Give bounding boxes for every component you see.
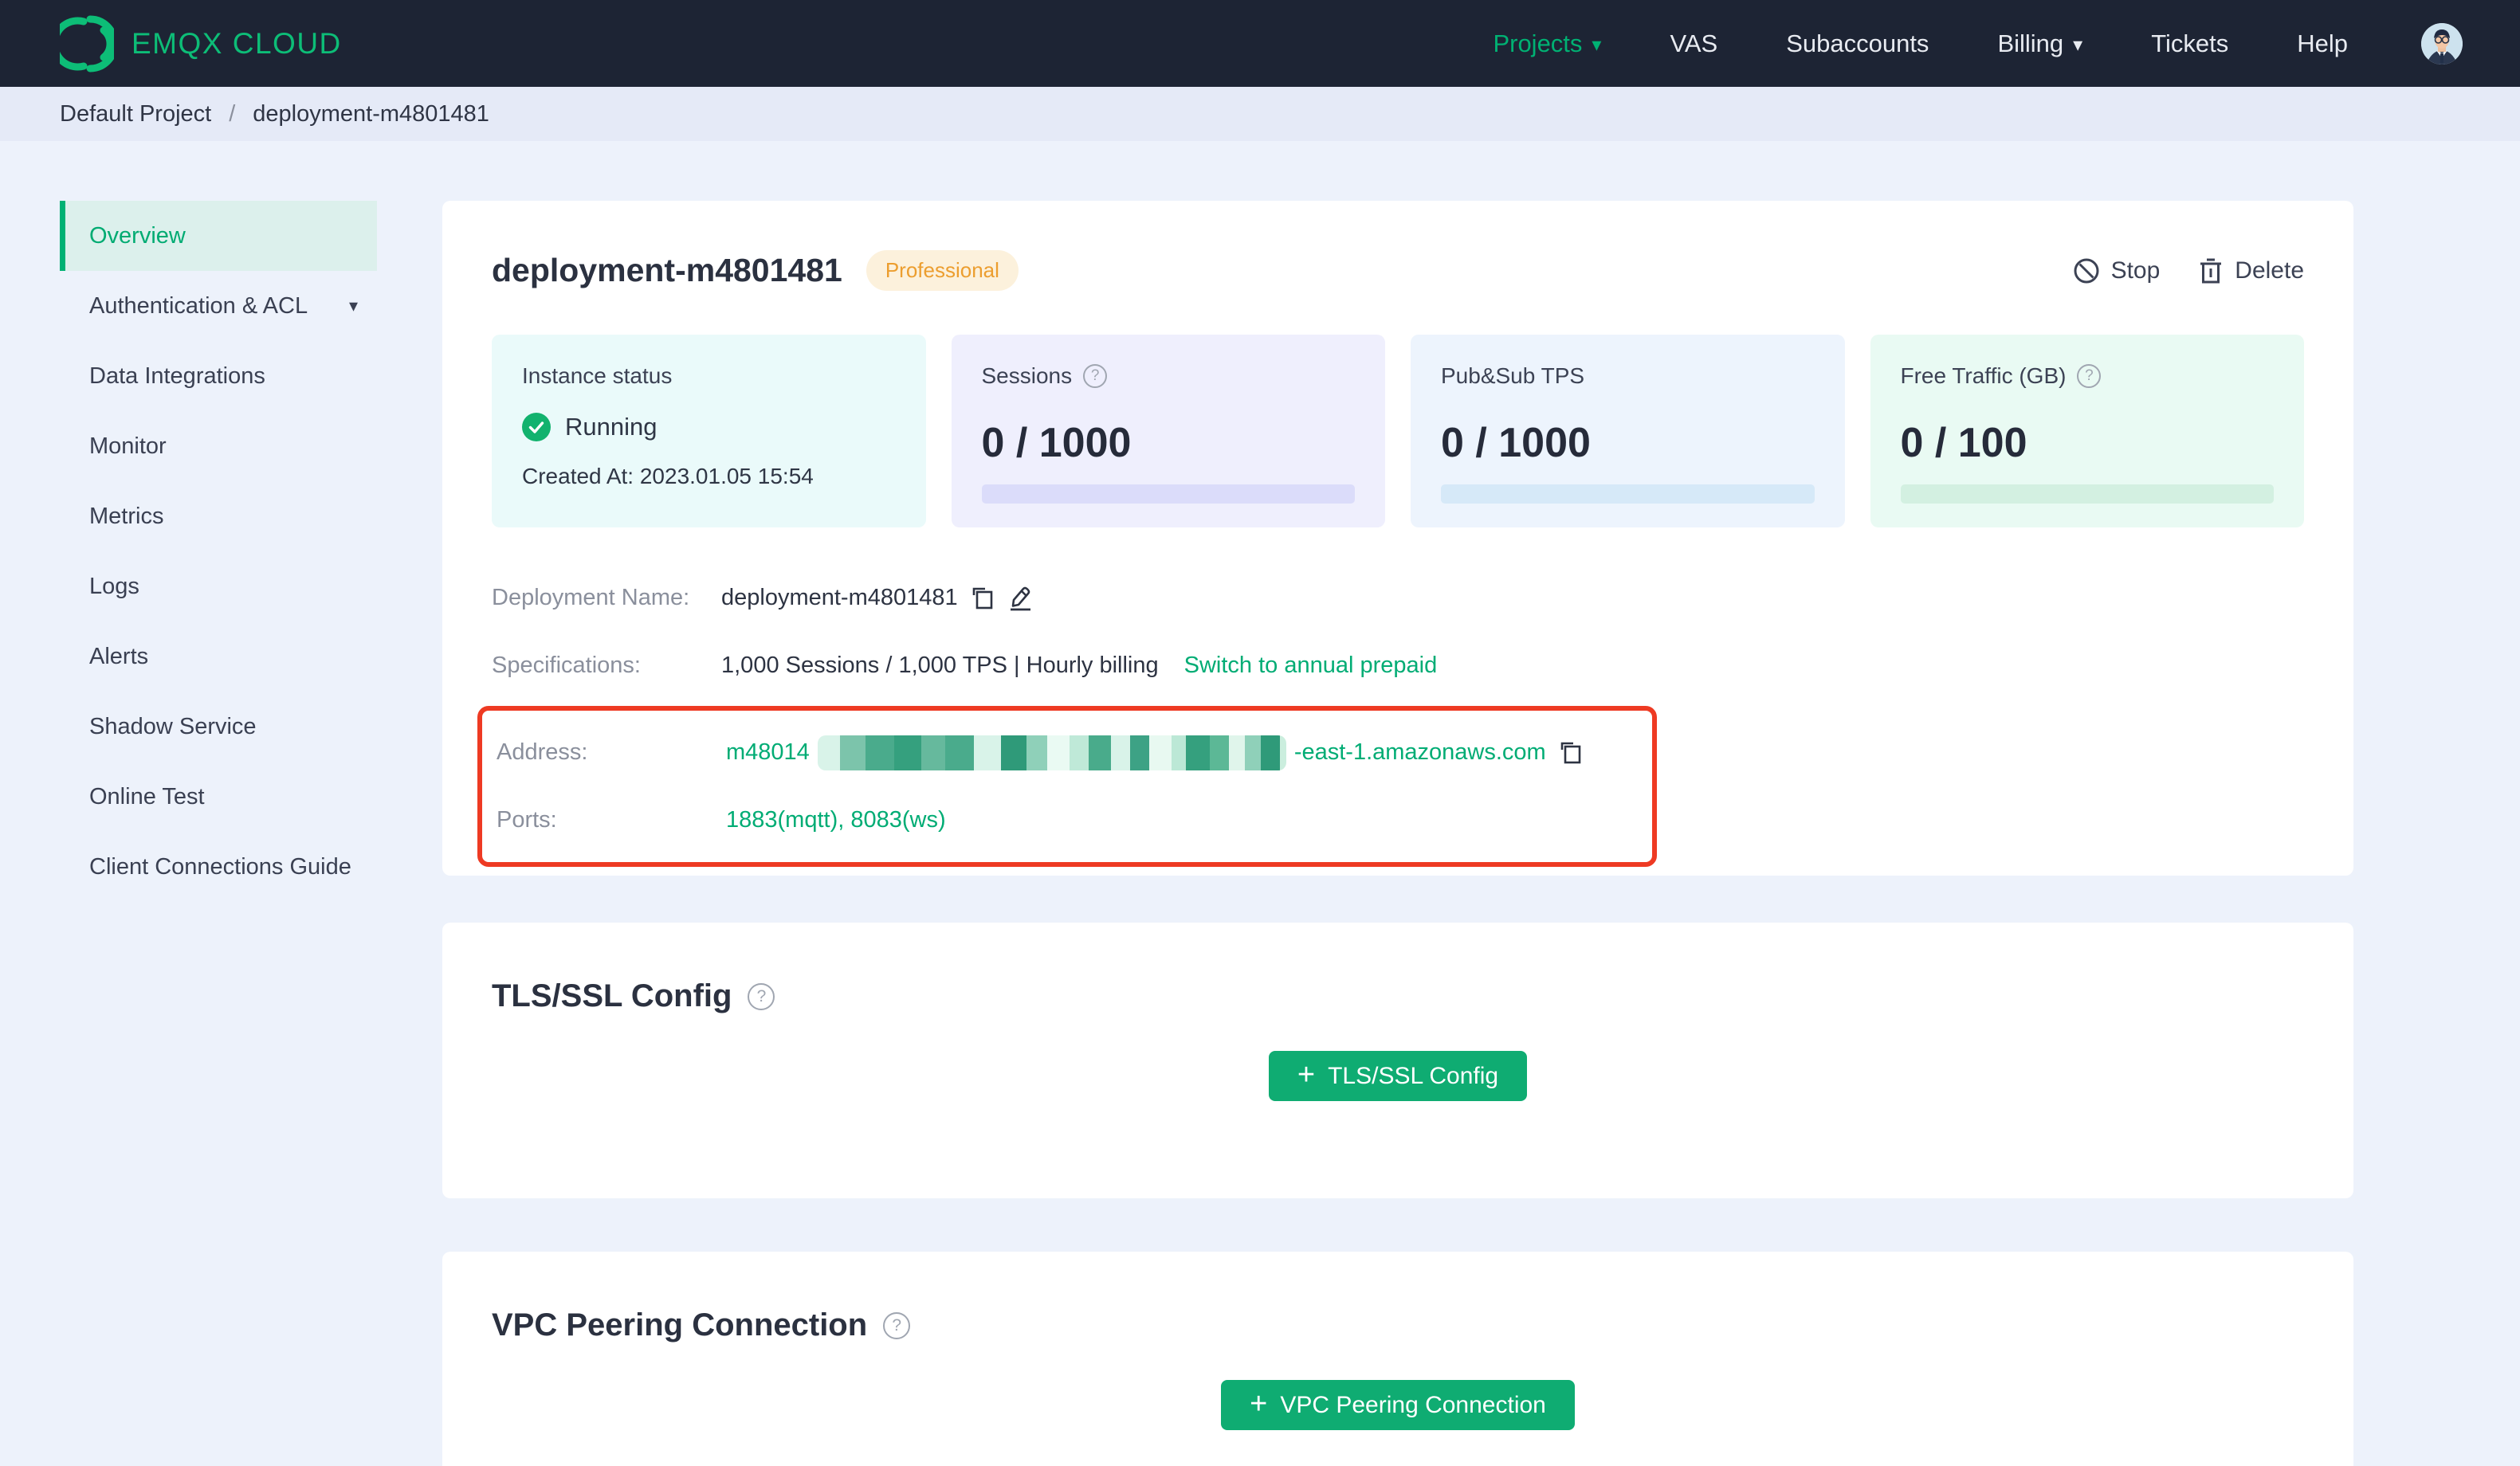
sidebar-item-online-test[interactable]: Online Test (60, 762, 377, 832)
avatar-illustration-icon (2421, 22, 2463, 65)
help-icon[interactable]: ? (748, 982, 775, 1010)
breadcrumb-separator: / (229, 100, 236, 127)
stat-label: Instance status (522, 363, 673, 388)
emqx-logo-icon (60, 15, 114, 72)
page: EMQX CLOUD Projects ▾ VAS Subaccounts Bi… (0, 0, 2520, 1466)
sidebar-item-client-connections-guide[interactable]: Client Connections Guide (60, 832, 377, 902)
sidebar-item-authentication-acl[interactable]: Authentication & ACL ▾ (60, 271, 377, 341)
plus-icon: + (1297, 1057, 1316, 1092)
deployment-overview-card: deployment-m4801481 Professional Stop De… (442, 201, 2353, 876)
vpc-peering-section-card: VPC Peering Connection ? + VPC Peering C… (442, 1252, 2353, 1466)
vpc-section-title: VPC Peering Connection (492, 1307, 868, 1343)
address-prefix: m48014 (726, 739, 810, 765)
sidebar-item-data-integrations[interactable]: Data Integrations (60, 341, 377, 411)
brand-name: EMQX CLOUD (131, 26, 342, 60)
specifications-label: Specifications: (492, 653, 641, 678)
nav-item-subaccounts[interactable]: Subaccounts (1786, 29, 1929, 58)
delete-button[interactable]: Delete (2198, 257, 2304, 284)
user-avatar[interactable] (2421, 22, 2463, 65)
deployment-name-label: Deployment Name: (492, 585, 690, 610)
nav-item-billing[interactable]: Billing ▾ (1997, 29, 2082, 58)
main-panel: deployment-m4801481 Professional Stop De… (442, 201, 2353, 1466)
copy-address-button[interactable] (1559, 740, 1583, 766)
stop-icon (2074, 258, 2099, 283)
ports-row: Ports: 1883(mqtt), 8083(ws) (497, 786, 1652, 854)
sidebar-item-overview[interactable]: Overview (60, 201, 377, 271)
plan-badge: Professional (866, 250, 1019, 291)
content: Overview Authentication & ACL ▾ Data Int… (0, 141, 2520, 1466)
status-text: Running (565, 413, 657, 441)
deployment-title: deployment-m4801481 (492, 252, 842, 288)
pencil-icon (1010, 586, 1030, 610)
chevron-down-icon: ▾ (1592, 33, 1602, 56)
sidebar-item-metrics[interactable]: Metrics (60, 481, 377, 551)
ports-value: 1883(mqtt), 8083(ws) (726, 807, 946, 833)
redacted-address-segment (817, 735, 1286, 770)
deployment-name-row: Deployment Name: deployment-m4801481 (492, 564, 2304, 632)
stats-row: Instance status Running Created At: 2023… (492, 335, 2304, 527)
copy-icon (972, 587, 992, 609)
annotation-highlight-box: Address: m48014 -east-1.amazonaws.com Po… (477, 706, 1657, 867)
stat-card-pubsub-tps: Pub&Sub TPS 0 / 1000 (1411, 335, 1845, 527)
stat-value: 0 / 1000 (1441, 420, 1591, 466)
stat-card-sessions: Sessions ? 0 / 1000 (951, 335, 1385, 527)
top-navbar: EMQX CLOUD Projects ▾ VAS Subaccounts Bi… (0, 0, 2520, 87)
chevron-down-icon: ▾ (348, 296, 358, 316)
stat-label: Sessions (981, 363, 1073, 388)
traffic-progress-bar (1900, 484, 2274, 504)
nav-menu: Projects ▾ VAS Subaccounts Billing ▾ Tic… (1493, 22, 2463, 65)
help-icon[interactable]: ? (2077, 364, 2102, 388)
ports-label: Ports: (497, 807, 557, 833)
tls-ssl-section-card: TLS/SSL Config ? + TLS/SSL Config (442, 923, 2353, 1198)
stat-value: 0 / 100 (1900, 420, 2027, 466)
stat-label: Free Traffic (GB) (1900, 363, 2067, 388)
nav-item-vas[interactable]: VAS (1670, 29, 1717, 58)
deployment-details: Deployment Name: deployment-m4801481 Spe… (477, 564, 2304, 867)
copy-deployment-name-button[interactable] (971, 586, 995, 611)
add-tls-ssl-config-button[interactable]: + TLS/SSL Config (1268, 1051, 1528, 1101)
sessions-progress-bar (981, 484, 1355, 504)
status-indicator: Running (522, 413, 896, 441)
stop-button[interactable]: Stop (2073, 257, 2160, 284)
plus-icon: + (1250, 1386, 1268, 1421)
copy-icon (1560, 742, 1581, 763)
breadcrumb-project[interactable]: Default Project (60, 101, 211, 127)
add-vpc-peering-connection-button[interactable]: + VPC Peering Connection (1221, 1380, 1575, 1430)
sidebar-item-alerts[interactable]: Alerts (60, 621, 377, 692)
trash-icon (2200, 258, 2222, 283)
specifications-row: Specifications: 1,000 Sessions / 1,000 T… (492, 632, 2304, 700)
specifications-value: 1,000 Sessions / 1,000 TPS | Hourly bill… (721, 653, 1159, 678)
address-row: Address: m48014 -east-1.amazonaws.com (497, 719, 1652, 786)
stat-label: Pub&Sub TPS (1441, 363, 1585, 388)
address-suffix: -east-1.amazonaws.com (1293, 739, 1546, 765)
switch-annual-prepaid-link[interactable]: Switch to annual prepaid (1184, 653, 1438, 679)
chevron-down-icon: ▾ (2073, 33, 2083, 56)
breadcrumb: Default Project / deployment-m4801481 (0, 87, 2520, 141)
help-icon[interactable]: ? (883, 1311, 911, 1339)
check-circle-icon (522, 413, 551, 441)
nav-item-projects[interactable]: Projects ▾ (1493, 29, 1601, 58)
sidebar-item-monitor[interactable]: Monitor (60, 411, 377, 481)
address-label: Address: (497, 739, 588, 765)
edit-deployment-name-button[interactable] (1007, 585, 1033, 612)
breadcrumb-current: deployment-m4801481 (253, 100, 489, 127)
deployment-name-value: deployment-m4801481 (721, 585, 958, 610)
nav-item-help[interactable]: Help (2297, 29, 2348, 58)
stat-card-free-traffic: Free Traffic (GB) ? 0 / 100 (1870, 335, 2304, 527)
stat-card-instance-status: Instance status Running Created At: 2023… (492, 335, 926, 527)
sidebar-item-logs[interactable]: Logs (60, 551, 377, 621)
sidebar-item-shadow-service[interactable]: Shadow Service (60, 692, 377, 762)
deployment-header: deployment-m4801481 Professional Stop De… (492, 250, 2304, 291)
help-icon[interactable]: ? (1083, 364, 1108, 388)
sidebar: Overview Authentication & ACL ▾ Data Int… (0, 201, 442, 1466)
tps-progress-bar (1441, 484, 1815, 504)
tls-section-title: TLS/SSL Config (492, 978, 732, 1013)
deployment-actions: Stop Delete (2073, 257, 2304, 284)
brand[interactable]: EMQX CLOUD (60, 14, 342, 73)
nav-item-tickets[interactable]: Tickets (2151, 29, 2228, 58)
stat-value: 0 / 1000 (981, 420, 1132, 466)
created-at-text: Created At: 2023.01.05 15:54 (522, 464, 814, 488)
